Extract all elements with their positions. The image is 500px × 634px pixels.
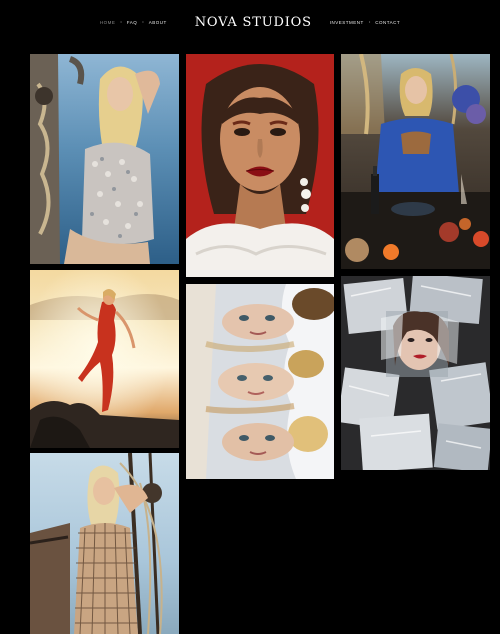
photo-three-faces-flowers-image	[186, 284, 334, 479]
nav-separator: •	[368, 19, 371, 24]
photo-sequin-dress-boat[interactable]	[30, 54, 179, 264]
nav-link-home[interactable]: Home	[100, 20, 116, 25]
brand-logo[interactable]: NOVA STUDIOS	[195, 15, 312, 30]
nav-right-group: Investment • Contact	[330, 20, 400, 25]
photo-blue-dress-feast[interactable]	[341, 54, 490, 269]
nav-link-investment[interactable]: Investment	[330, 20, 364, 25]
top-navigation: Home • FAQ • About NOVA STUDIOS Investme…	[0, 0, 500, 44]
photo-sunset-red-jumpsuit[interactable]	[30, 270, 179, 448]
page: Home • FAQ • About NOVA STUDIOS Investme…	[0, 0, 500, 634]
photo-red-lips-portrait[interactable]	[186, 54, 334, 277]
photo-red-lips-portrait-image	[186, 54, 334, 277]
nav-separator: •	[142, 19, 144, 24]
photo-net-dress-rigging[interactable]	[30, 453, 179, 634]
photo-blue-dress-feast-image	[341, 54, 490, 269]
photo-sequin-dress-boat-image	[30, 54, 179, 264]
nav-left-group: Home • FAQ • About	[100, 20, 167, 25]
photo-net-dress-rigging-image	[30, 453, 179, 634]
photo-ice-cubes-portrait-image	[341, 276, 490, 470]
photo-sunset-red-jumpsuit-image	[30, 270, 179, 448]
photo-ice-cubes-portrait[interactable]	[341, 276, 490, 470]
nav-link-contact[interactable]: Contact	[375, 20, 400, 25]
nav-link-about[interactable]: About	[149, 20, 167, 25]
photo-three-faces-flowers[interactable]	[186, 284, 334, 479]
nav-link-faq[interactable]: FAQ	[127, 20, 138, 25]
nav-separator: •	[120, 19, 122, 24]
